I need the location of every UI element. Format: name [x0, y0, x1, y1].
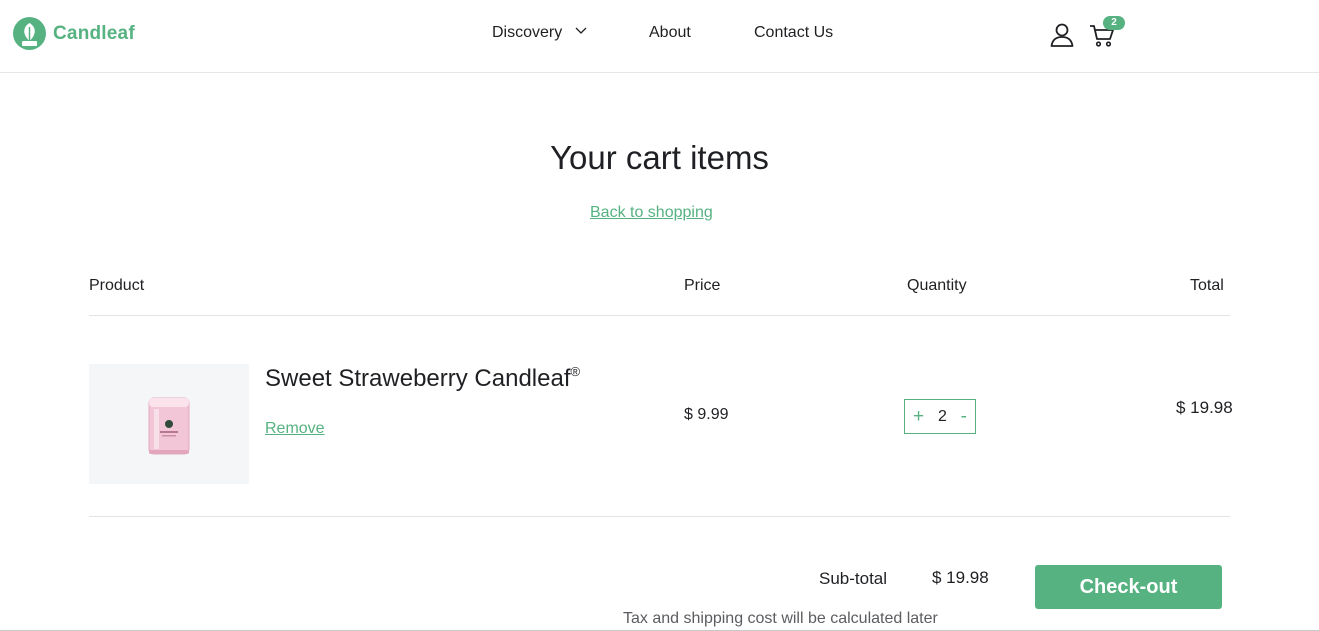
table-divider: [89, 516, 1230, 517]
leaf-logo-icon: [13, 17, 46, 50]
item-price: $ 9.99: [684, 406, 729, 423]
cart-count-badge: 2: [1103, 16, 1125, 30]
checkout-button[interactable]: Check-out: [1035, 565, 1222, 609]
subtotal-label: Sub-total: [819, 569, 888, 588]
nav-contact-us[interactable]: Contact Us: [754, 24, 833, 42]
nav-discovery[interactable]: Discovery: [492, 24, 587, 42]
trademark-symbol: ®: [570, 364, 581, 379]
column-header-price: Price: [684, 277, 721, 294]
product-name[interactable]: Sweet Straweberry Candleaf®: [265, 364, 580, 393]
page-title: Your cart items: [550, 139, 769, 176]
brand-logo[interactable]: Candleaf: [13, 17, 135, 50]
candle-jar-image: [148, 397, 190, 455]
nav-discovery-label: Discovery: [492, 24, 563, 41]
back-to-shopping-link[interactable]: Back to shopping: [590, 204, 713, 222]
quantity-value[interactable]: 2: [938, 408, 947, 426]
column-header-total: Total: [1190, 277, 1224, 294]
tax-shipping-note: Tax and shipping cost will be calculated…: [623, 610, 938, 627]
chevron-down-icon: [575, 27, 587, 34]
remove-item-link[interactable]: Remove: [265, 420, 325, 438]
brand-name: Candleaf: [53, 22, 135, 44]
quantity-stepper: + 2 -: [904, 399, 976, 434]
increment-button[interactable]: +: [913, 407, 924, 426]
column-header-quantity: Quantity: [907, 277, 967, 294]
nav-about[interactable]: About: [649, 24, 691, 42]
product-name-text: Sweet Straweberry Candleaf: [265, 365, 571, 392]
user-icon[interactable]: [1049, 22, 1075, 48]
subtotal-value: $ 19.98: [932, 568, 989, 587]
site-header: Candleaf Discovery About Contact Us 2: [0, 0, 1319, 73]
decrement-button[interactable]: -: [961, 407, 967, 426]
column-header-product: Product: [89, 277, 145, 294]
item-total: $ 19.98: [1176, 398, 1233, 417]
table-divider: [89, 315, 1230, 316]
product-thumbnail[interactable]: [89, 364, 249, 484]
